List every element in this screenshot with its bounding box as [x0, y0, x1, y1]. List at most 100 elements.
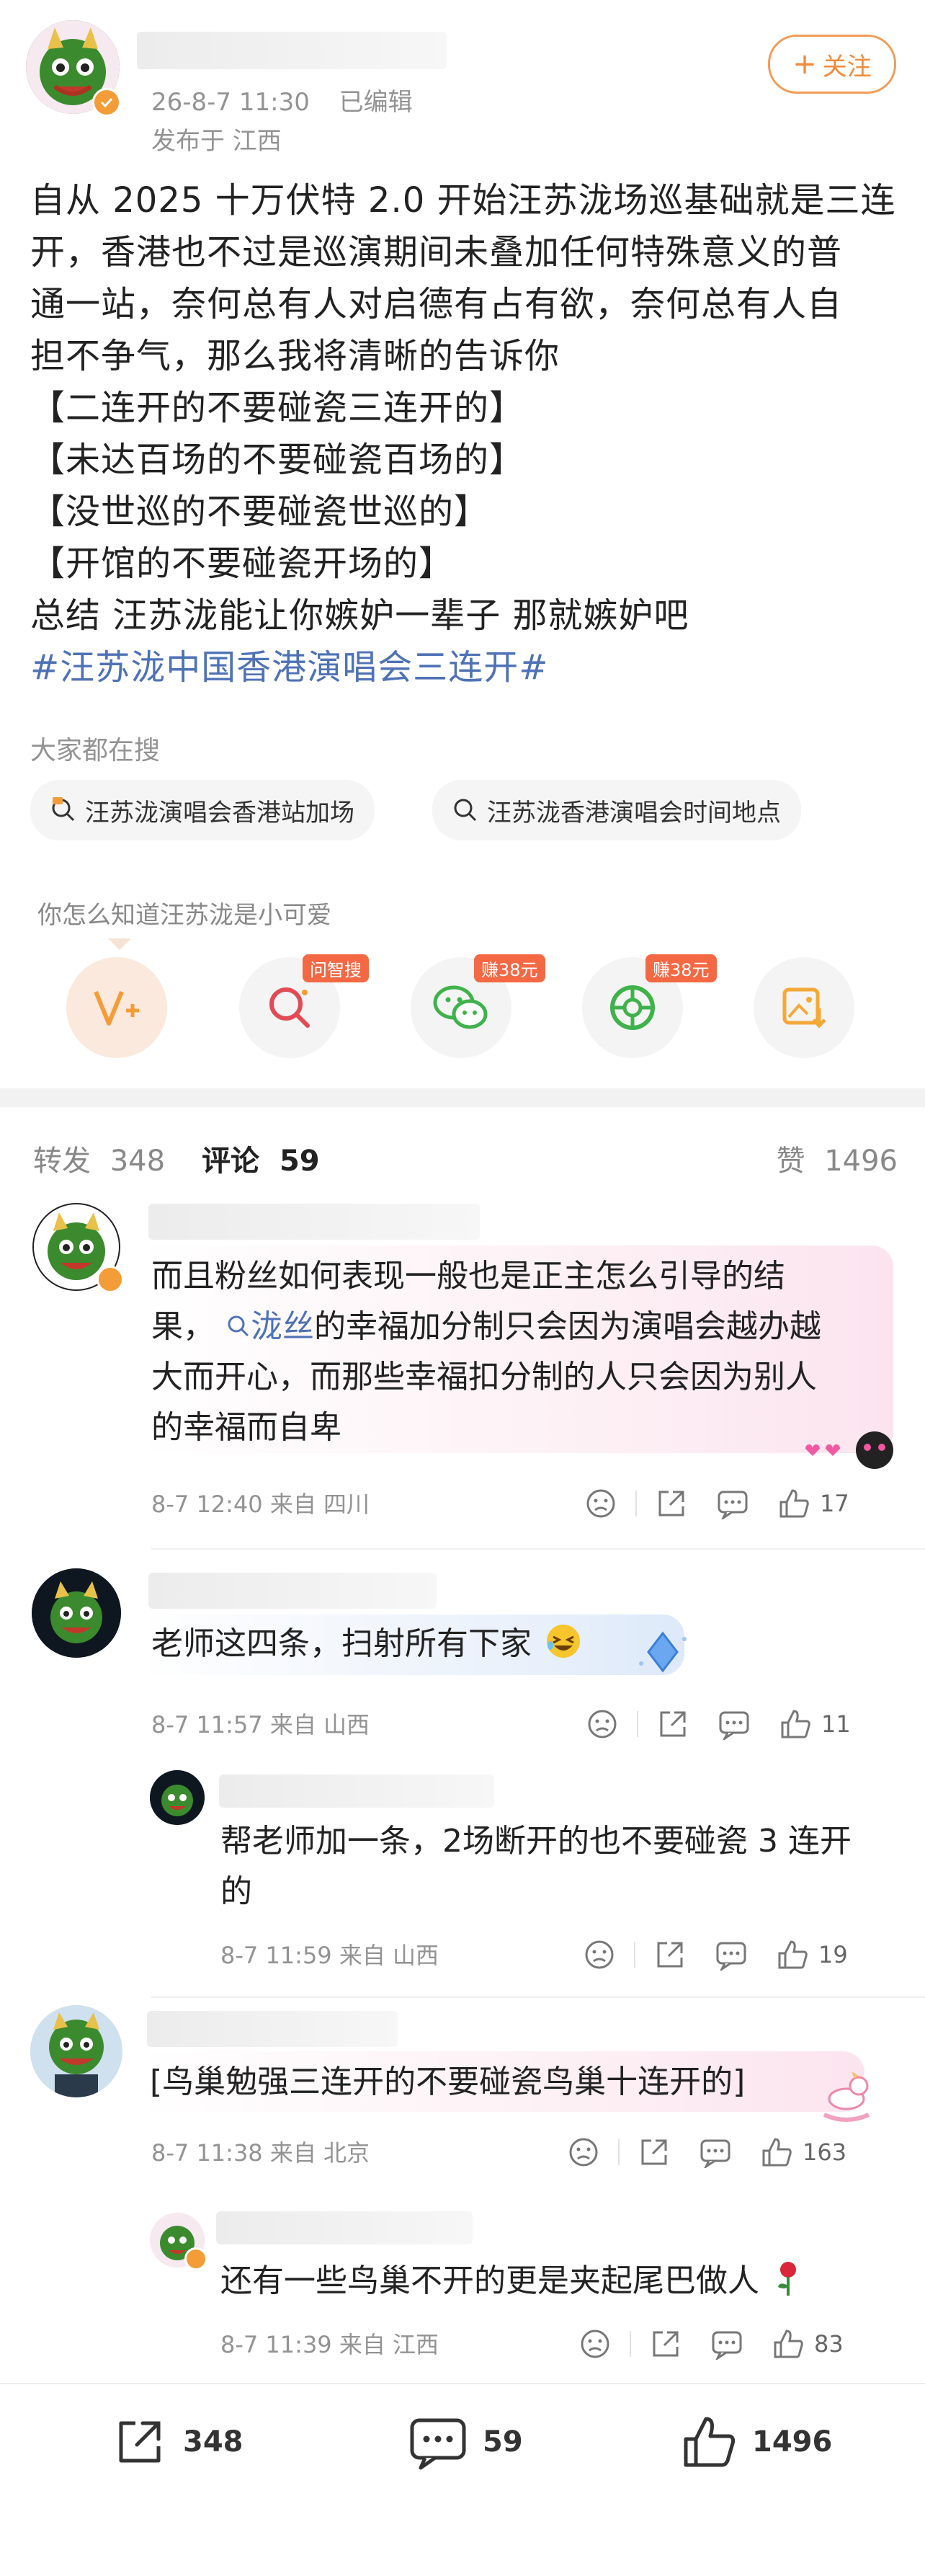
like-icon: [680, 2413, 738, 2471]
moments-earn-tag: 赚38元: [645, 954, 717, 982]
like-icon[interactable]: [779, 1708, 811, 1740]
like-icon[interactable]: [777, 1939, 808, 1971]
share-icon[interactable]: [638, 2136, 670, 2168]
follow-button[interactable]: + 关注: [768, 35, 896, 94]
reply-line: 帮老师加一条，2场断开的也不要碰瓷 3 连开: [220, 1823, 852, 1860]
reply-name-blurred[interactable]: [216, 2211, 473, 2244]
author-name-blurred[interactable]: [137, 32, 447, 69]
follow-label: 关注: [822, 52, 872, 81]
reply-text-label: 还有一些鸟巢不开的更是夹起尾巴做人: [220, 2262, 759, 2299]
search-icon: [226, 1314, 251, 1338]
diamond-decoration-icon: [634, 1629, 692, 1675]
laughing-emoji-icon: [545, 1622, 582, 1660]
reply-icon[interactable]: [710, 2328, 743, 2360]
verified-badge-icon: [184, 2247, 207, 2270]
comment-line: 的幸福而自卑: [151, 1409, 341, 1446]
reply-avatar[interactable]: [150, 1770, 205, 1825]
vplus-button[interactable]: [66, 957, 167, 1058]
tab-comment[interactable]: 评论 59: [202, 1137, 320, 1179]
comment-actions: 11: [586, 1708, 903, 1740]
post-line: 【二连开的不要碰瓷三连开的】: [30, 388, 525, 428]
bubble-decoration-icon: [798, 1427, 899, 1470]
comment-icon: [408, 2413, 468, 2471]
tab-comment-label: 评论: [202, 1145, 259, 1178]
search-chip-2[interactable]: 汪苏泷香港演唱会时间地点: [432, 780, 801, 840]
post-line: 【未达百场的不要碰瓷百场的】: [30, 440, 525, 480]
comment-fragment: 果，: [151, 1308, 215, 1345]
vplus-icon: [94, 990, 139, 1026]
wechat-icon: [433, 985, 488, 1029]
tab-repost[interactable]: 转发 348: [33, 1137, 165, 1179]
reply-actions: 19: [584, 1939, 901, 1971]
comment-divider: [151, 1548, 925, 1550]
dislike-icon[interactable]: [585, 1488, 617, 1519]
bottom-repost-button[interactable]: 348: [111, 2413, 243, 2471]
stats-tabs: 转发 348 评论 59 赞 1496: [33, 1137, 898, 1181]
tab-like[interactable]: 赞 1496: [776, 1137, 898, 1179]
search-chip-1[interactable]: 汪苏泷演唱会香港站加场: [30, 780, 375, 840]
comment-actions: 17: [585, 1488, 902, 1519]
dislike-icon[interactable]: [586, 1708, 618, 1740]
commenter-name-blurred[interactable]: [147, 2011, 398, 2047]
comment-text: [鸟巢勉强三连开的不要碰瓷鸟巢十连开的]: [150, 2064, 746, 2100]
ai-search-tag: 问智搜: [303, 954, 369, 982]
reply-actions: 83: [579, 2328, 903, 2360]
bottom-like-count: 1496: [752, 2425, 833, 2459]
reply-icon[interactable]: [715, 1939, 748, 1971]
reply-icon[interactable]: [716, 1488, 749, 1519]
comment-line: 而且粉丝如何表现一般也是正主怎么引导的结: [151, 1258, 785, 1294]
dislike-icon[interactable]: [568, 2136, 599, 2168]
bottom-comment-button[interactable]: 59: [408, 2413, 523, 2471]
like-icon[interactable]: [761, 2136, 792, 2168]
dislike-icon[interactable]: [584, 1939, 615, 1971]
search-word-label: 泷丝: [251, 1308, 314, 1345]
comment-like-count: 17: [820, 1490, 849, 1517]
share-icon[interactable]: [657, 1708, 689, 1740]
commenter-name-blurred[interactable]: [148, 1204, 480, 1240]
reply-meta: 8-7 11:59 来自 山西: [220, 1942, 439, 1969]
save-image-button[interactable]: [754, 957, 854, 1058]
bottom-repost-count: 348: [183, 2425, 243, 2459]
section-divider: [0, 1088, 925, 1107]
like-icon[interactable]: [772, 2328, 804, 2360]
verified-badge-icon: [97, 1266, 124, 1293]
reply-name-blurred[interactable]: [219, 1775, 494, 1808]
bottom-comment-count: 59: [483, 2425, 523, 2459]
commenter-avatar[interactable]: [32, 1568, 121, 1658]
comment-prompt[interactable]: 你怎么知道汪苏泷是小可爱: [37, 895, 331, 931]
search-chip-label: 汪苏泷香港演唱会时间地点: [487, 798, 781, 827]
comment-like-count: 163: [803, 2138, 847, 2166]
divider: [637, 1711, 638, 1737]
post-hashtag-link[interactable]: #汪苏泷中国香港演唱会三连开#: [30, 641, 902, 693]
share-icon[interactable]: [654, 1939, 686, 1971]
search-word-link[interactable]: 泷丝: [226, 1308, 314, 1345]
comment-divider: [151, 1997, 925, 1998]
search-heading: 大家都在搜: [30, 736, 161, 765]
divider: [635, 1491, 637, 1516]
comment-text: 老师这四条，扫射所有下家: [151, 1619, 582, 1669]
like-icon[interactable]: [778, 1488, 810, 1519]
search-icon: [452, 797, 478, 823]
commenter-avatar[interactable]: [30, 2005, 122, 2097]
post-line: 总结 汪苏泷能让你嫉妒一辈子 那就嫉妒吧: [30, 595, 689, 636]
divider: [634, 1942, 635, 1968]
repost-icon: [111, 2413, 169, 2471]
tab-comment-count: 59: [279, 1145, 320, 1178]
dislike-icon[interactable]: [579, 2328, 611, 2360]
share-icon[interactable]: [650, 2328, 682, 2360]
bottom-like-button[interactable]: 1496: [680, 2413, 832, 2471]
comment-line: 大而开心，而那些幸福扣分制的人只会因为别人: [151, 1359, 817, 1395]
divider: [618, 2139, 620, 2165]
post-line: 【开馆的不要碰瓷开场的】: [30, 543, 455, 584]
reply-icon[interactable]: [699, 2136, 732, 2168]
post-line: 通一站，奈何总有人对启德有占有欲，奈何总有人自: [30, 284, 843, 324]
tab-like-label: 赞: [776, 1145, 805, 1178]
verified-badge-icon: [92, 88, 121, 117]
reply-like-count: 83: [814, 2330, 844, 2358]
reply-icon[interactable]: [718, 1708, 751, 1740]
rose-emoji-icon: [772, 2260, 804, 2297]
commenter-name-blurred[interactable]: [148, 1573, 437, 1609]
post-line: 担不争气，那么我将清晰的告诉你: [30, 336, 560, 376]
comment-meta: 8-7 11:57 来自 山西: [151, 1711, 370, 1738]
share-icon[interactable]: [656, 1488, 687, 1519]
